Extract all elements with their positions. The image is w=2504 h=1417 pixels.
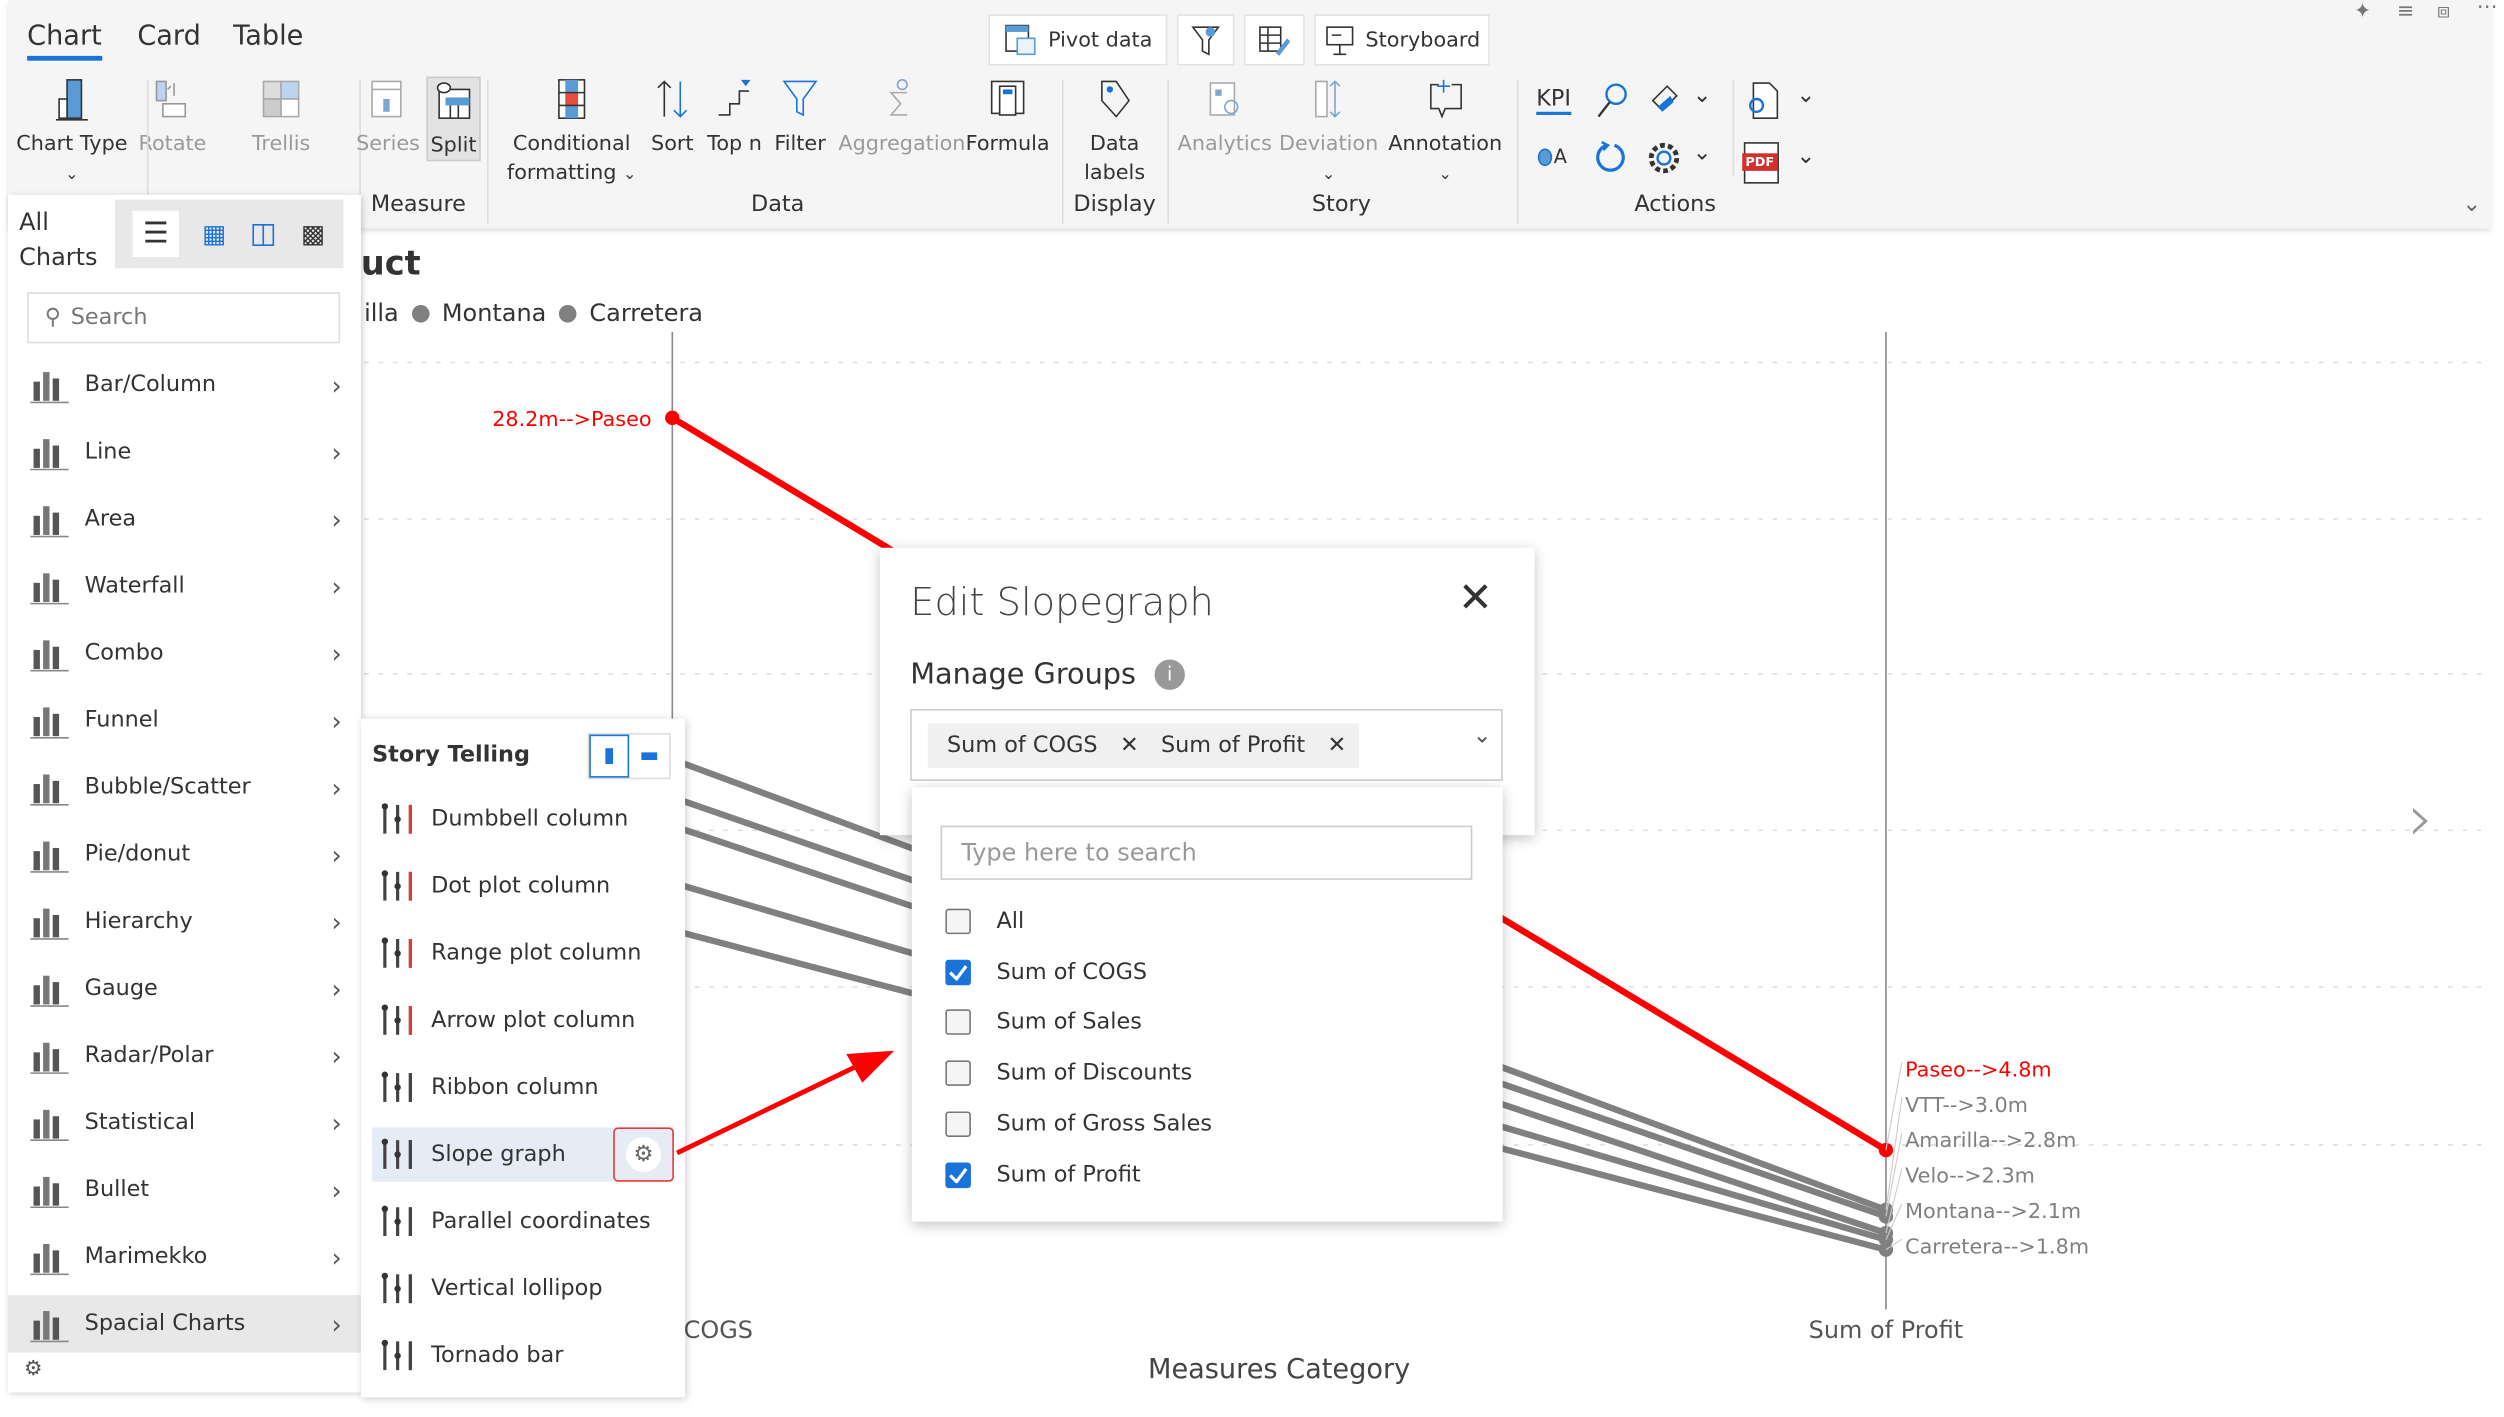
option-label: Sum of COGS [996, 959, 1148, 985]
chevron-down-icon[interactable]: ⌄ [1473, 723, 1492, 749]
group-option[interactable]: Sum of COGS [945, 959, 1147, 985]
checkbox[interactable] [945, 959, 971, 985]
group-option[interactable]: Sum of Sales [945, 1009, 1142, 1036]
checkbox[interactable] [945, 908, 971, 935]
dialog-title: Edit Slopegraph [910, 579, 1214, 625]
checkbox[interactable] [945, 1009, 971, 1036]
group-option[interactable]: Sum of Gross Sales [945, 1111, 1212, 1137]
remove-chip-icon[interactable]: ✕ [1328, 733, 1347, 759]
remove-chip-icon[interactable]: ✕ [1120, 733, 1139, 759]
chip-sum-of-cogs: Sum of COGS ✕ [927, 723, 1152, 769]
groups-multiselect[interactable]: Sum of COGS ✕ Sum of Profit ✕ ⌄ [910, 709, 1503, 781]
chip-label: Sum of Profit [1160, 732, 1306, 759]
chip-sum-of-profit: Sum of Profit ✕ [1141, 723, 1360, 769]
groups-dropdown: Type here to search All Sum of COGS Sum of… [911, 787, 1503, 1222]
option-label: All [996, 908, 1025, 935]
section-title: Manage Groups [910, 657, 1137, 692]
checkbox[interactable] [945, 1161, 971, 1188]
app-window: uct illa Montana Carretera Paseo-->4.8m 2… [0, 0, 2504, 1417]
option-label: Sum of Sales [996, 1009, 1142, 1036]
group-option[interactable]: Sum of Profit [945, 1161, 1141, 1188]
checkbox[interactable] [945, 1060, 971, 1087]
close-icon[interactable]: ✕ [1458, 575, 1493, 623]
group-option[interactable]: Sum of Discounts [945, 1060, 1193, 1087]
group-option[interactable]: All [945, 908, 1025, 935]
chip-label: Sum of COGS [946, 732, 1098, 759]
option-label: Sum of Discounts [996, 1060, 1193, 1087]
info-icon[interactable]: i [1154, 659, 1185, 690]
group-search-input[interactable]: Type here to search [940, 825, 1473, 880]
checkbox[interactable] [945, 1111, 971, 1137]
option-label: Sum of Profit [996, 1161, 1141, 1188]
option-label: Sum of Gross Sales [996, 1111, 1212, 1137]
